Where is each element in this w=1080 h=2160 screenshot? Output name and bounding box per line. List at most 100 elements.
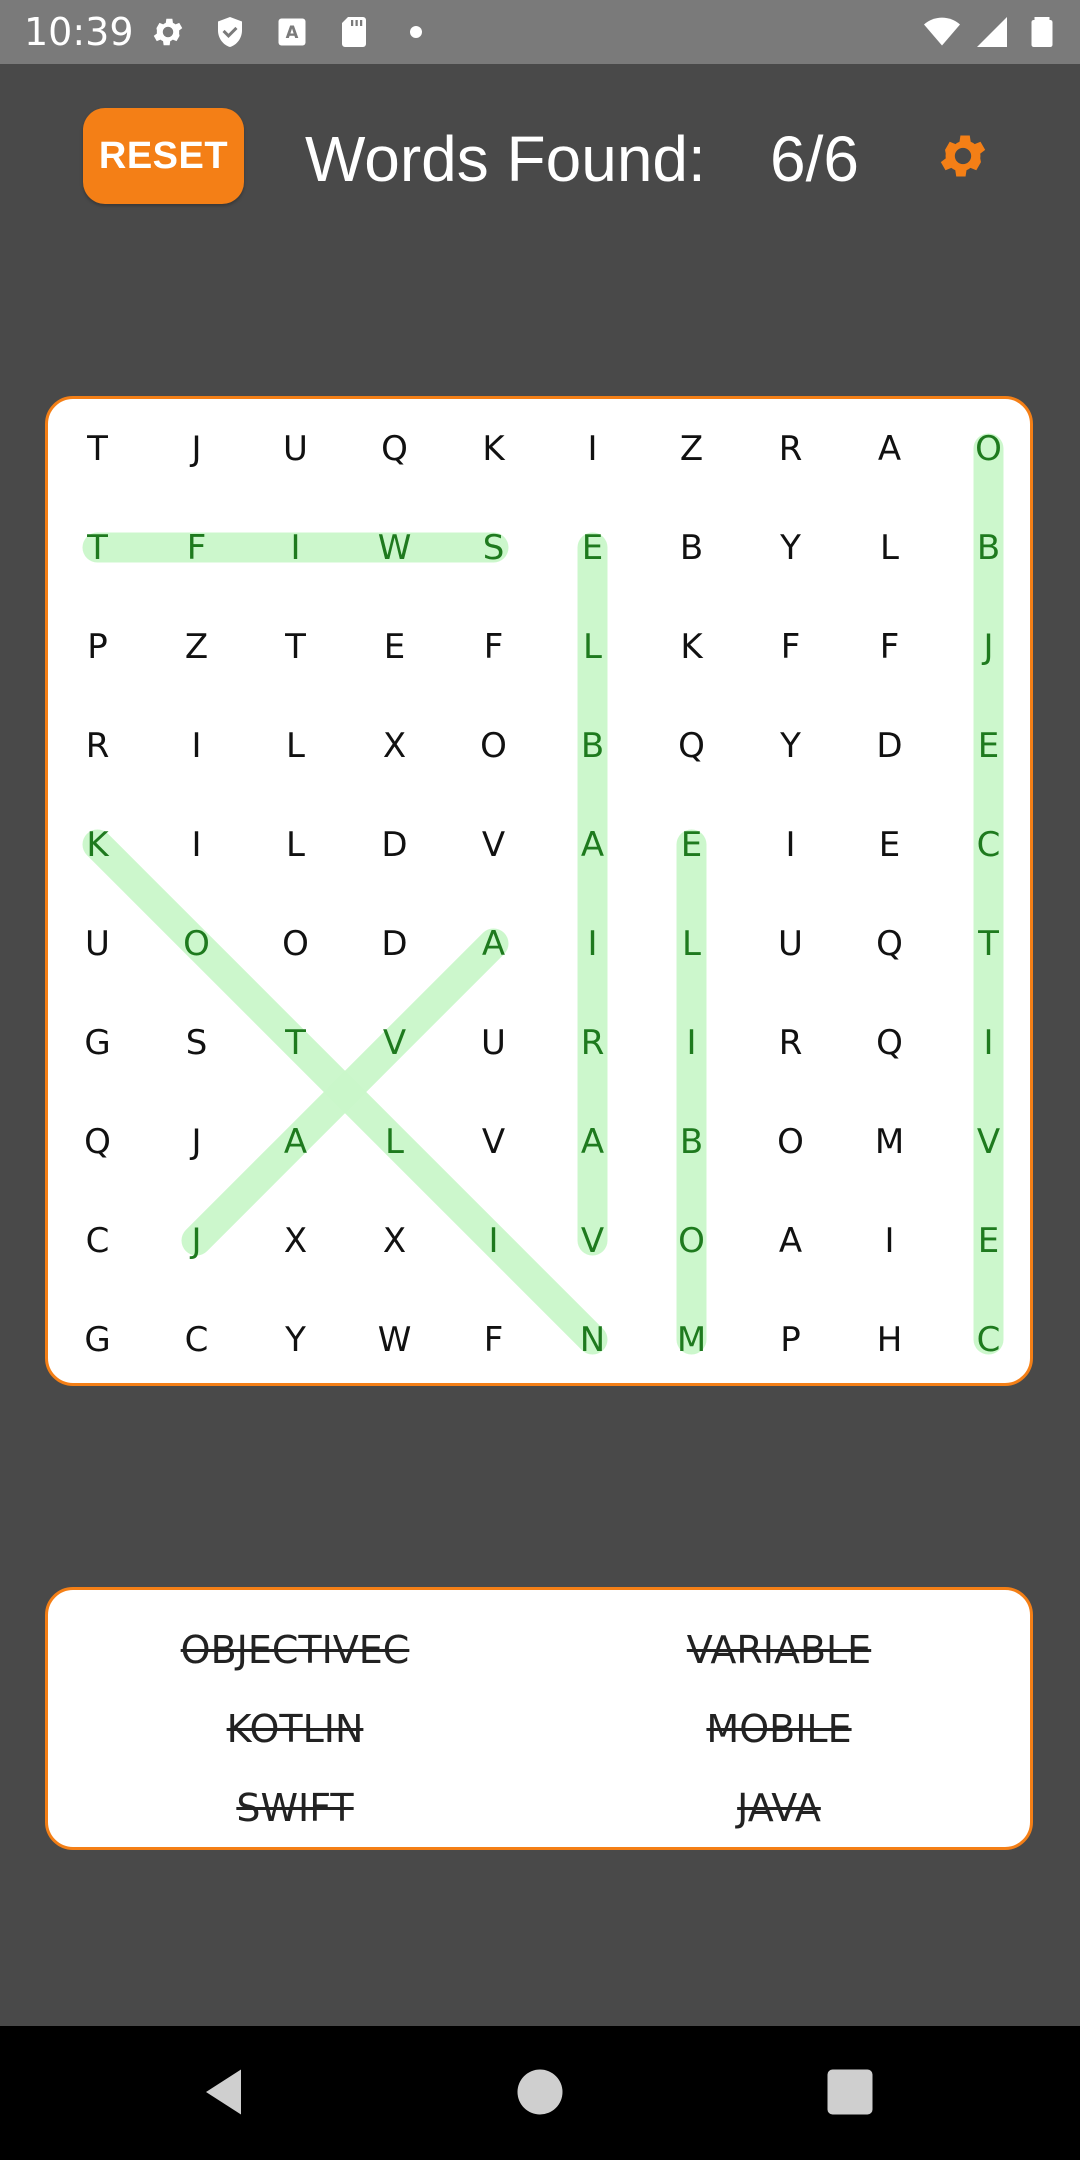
grid-cell[interactable]: W	[345, 498, 444, 597]
grid-cell[interactable]: O	[246, 894, 345, 993]
grid-cell[interactable]: T	[48, 399, 147, 498]
grid-cell[interactable]: C	[939, 1290, 1030, 1383]
grid-cell[interactable]: D	[345, 894, 444, 993]
grid-cell[interactable]: V	[444, 795, 543, 894]
grid-cell[interactable]: J	[147, 1092, 246, 1191]
grid-cell[interactable]: T	[246, 597, 345, 696]
grid-cell[interactable]: T	[939, 894, 1030, 993]
grid-cell[interactable]: N	[543, 1290, 642, 1383]
grid-cell[interactable]: R	[741, 993, 840, 1092]
grid-cell[interactable]: I	[642, 993, 741, 1092]
grid-cell[interactable]: Z	[147, 597, 246, 696]
grid-cell[interactable]: T	[246, 993, 345, 1092]
grid-cell[interactable]: D	[840, 696, 939, 795]
grid-cell[interactable]: I	[840, 1191, 939, 1290]
grid-cell[interactable]: W	[345, 1290, 444, 1383]
grid-cell[interactable]: F	[147, 498, 246, 597]
grid-cell[interactable]: Y	[741, 696, 840, 795]
grid-cell[interactable]: Z	[642, 399, 741, 498]
grid-cell[interactable]: J	[147, 1191, 246, 1290]
grid-cell[interactable]: Y	[246, 1290, 345, 1383]
grid-cell[interactable]: I	[444, 1191, 543, 1290]
grid-cell[interactable]: O	[147, 894, 246, 993]
grid-cell[interactable]: Q	[48, 1092, 147, 1191]
home-icon[interactable]	[510, 2062, 570, 2122]
grid-cell[interactable]: I	[147, 795, 246, 894]
settings-gear-icon[interactable]	[935, 128, 991, 184]
grid-cell[interactable]: V	[444, 1092, 543, 1191]
grid-cell[interactable]: O	[741, 1092, 840, 1191]
grid-cell[interactable]: I	[147, 696, 246, 795]
grid-cell[interactable]: S	[444, 498, 543, 597]
grid-cell[interactable]: R	[48, 696, 147, 795]
grid-cell[interactable]: H	[840, 1290, 939, 1383]
grid-cell[interactable]: F	[444, 597, 543, 696]
grid-cell[interactable]: J	[147, 399, 246, 498]
grid-cell[interactable]: L	[345, 1092, 444, 1191]
grid-cell[interactable]: L	[246, 795, 345, 894]
grid-cell[interactable]: L	[543, 597, 642, 696]
grid-cell[interactable]: M	[642, 1290, 741, 1383]
grid-cell[interactable]: E	[543, 498, 642, 597]
grid-cell[interactable]: X	[345, 1191, 444, 1290]
grid-cell[interactable]: O	[939, 399, 1030, 498]
grid-cell[interactable]: X	[345, 696, 444, 795]
grid-cell[interactable]: S	[147, 993, 246, 1092]
grid-cell[interactable]: Q	[345, 399, 444, 498]
grid-cell[interactable]: I	[543, 894, 642, 993]
grid-cell[interactable]: X	[246, 1191, 345, 1290]
grid-cell[interactable]: U	[741, 894, 840, 993]
grid-cell[interactable]: C	[147, 1290, 246, 1383]
grid-cell[interactable]: O	[444, 696, 543, 795]
grid-cell[interactable]: U	[48, 894, 147, 993]
grid-cell[interactable]: I	[741, 795, 840, 894]
grid-cell[interactable]: I	[939, 993, 1030, 1092]
grid-cell[interactable]: A	[543, 795, 642, 894]
grid-cell[interactable]: F	[741, 597, 840, 696]
grid-cell[interactable]: Q	[642, 696, 741, 795]
grid-cell[interactable]: A	[840, 399, 939, 498]
grid-cell[interactable]: B	[642, 1092, 741, 1191]
grid-cell[interactable]: U	[246, 399, 345, 498]
grid-cell[interactable]: Q	[840, 993, 939, 1092]
grid-cell[interactable]: E	[939, 1191, 1030, 1290]
grid-cell[interactable]: L	[840, 498, 939, 597]
grid-cell[interactable]: E	[642, 795, 741, 894]
grid-cell[interactable]: B	[642, 498, 741, 597]
grid-cell[interactable]: T	[48, 498, 147, 597]
grid-cell[interactable]: F	[840, 597, 939, 696]
grid-cell[interactable]: V	[939, 1092, 1030, 1191]
grid-cell[interactable]: P	[48, 597, 147, 696]
grid-cell[interactable]: A	[246, 1092, 345, 1191]
grid-cell[interactable]: E	[939, 696, 1030, 795]
reset-button[interactable]: RESET	[83, 108, 244, 204]
grid-cell[interactable]: C	[48, 1191, 147, 1290]
recents-icon[interactable]	[820, 2062, 880, 2122]
grid-cell[interactable]: Y	[741, 498, 840, 597]
grid-cell[interactable]: B	[939, 498, 1030, 597]
grid-cell[interactable]: K	[444, 399, 543, 498]
letter-grid[interactable]: TJUQKIZRAOTFIWSEBYLBPZTEFLKFFJRILXOBQYDE…	[84, 399, 1030, 1383]
grid-cell[interactable]: A	[543, 1092, 642, 1191]
grid-cell[interactable]: F	[444, 1290, 543, 1383]
grid-cell[interactable]: L	[642, 894, 741, 993]
grid-cell[interactable]: K	[48, 795, 147, 894]
grid-cell[interactable]: R	[543, 993, 642, 1092]
grid-cell[interactable]: A	[444, 894, 543, 993]
grid-cell[interactable]: C	[939, 795, 1030, 894]
grid-cell[interactable]: Q	[840, 894, 939, 993]
grid-cell[interactable]: I	[246, 498, 345, 597]
grid-cell[interactable]: U	[444, 993, 543, 1092]
grid-cell[interactable]: E	[840, 795, 939, 894]
grid-cell[interactable]: B	[543, 696, 642, 795]
grid-cell[interactable]: K	[642, 597, 741, 696]
grid-cell[interactable]: V	[543, 1191, 642, 1290]
grid-cell[interactable]: V	[345, 993, 444, 1092]
grid-cell[interactable]: E	[345, 597, 444, 696]
grid-cell[interactable]: M	[840, 1092, 939, 1191]
grid-cell[interactable]: I	[543, 399, 642, 498]
grid-cell[interactable]: J	[939, 597, 1030, 696]
grid-cell[interactable]: O	[642, 1191, 741, 1290]
grid-cell[interactable]: G	[48, 1290, 147, 1383]
grid-cell[interactable]: L	[246, 696, 345, 795]
